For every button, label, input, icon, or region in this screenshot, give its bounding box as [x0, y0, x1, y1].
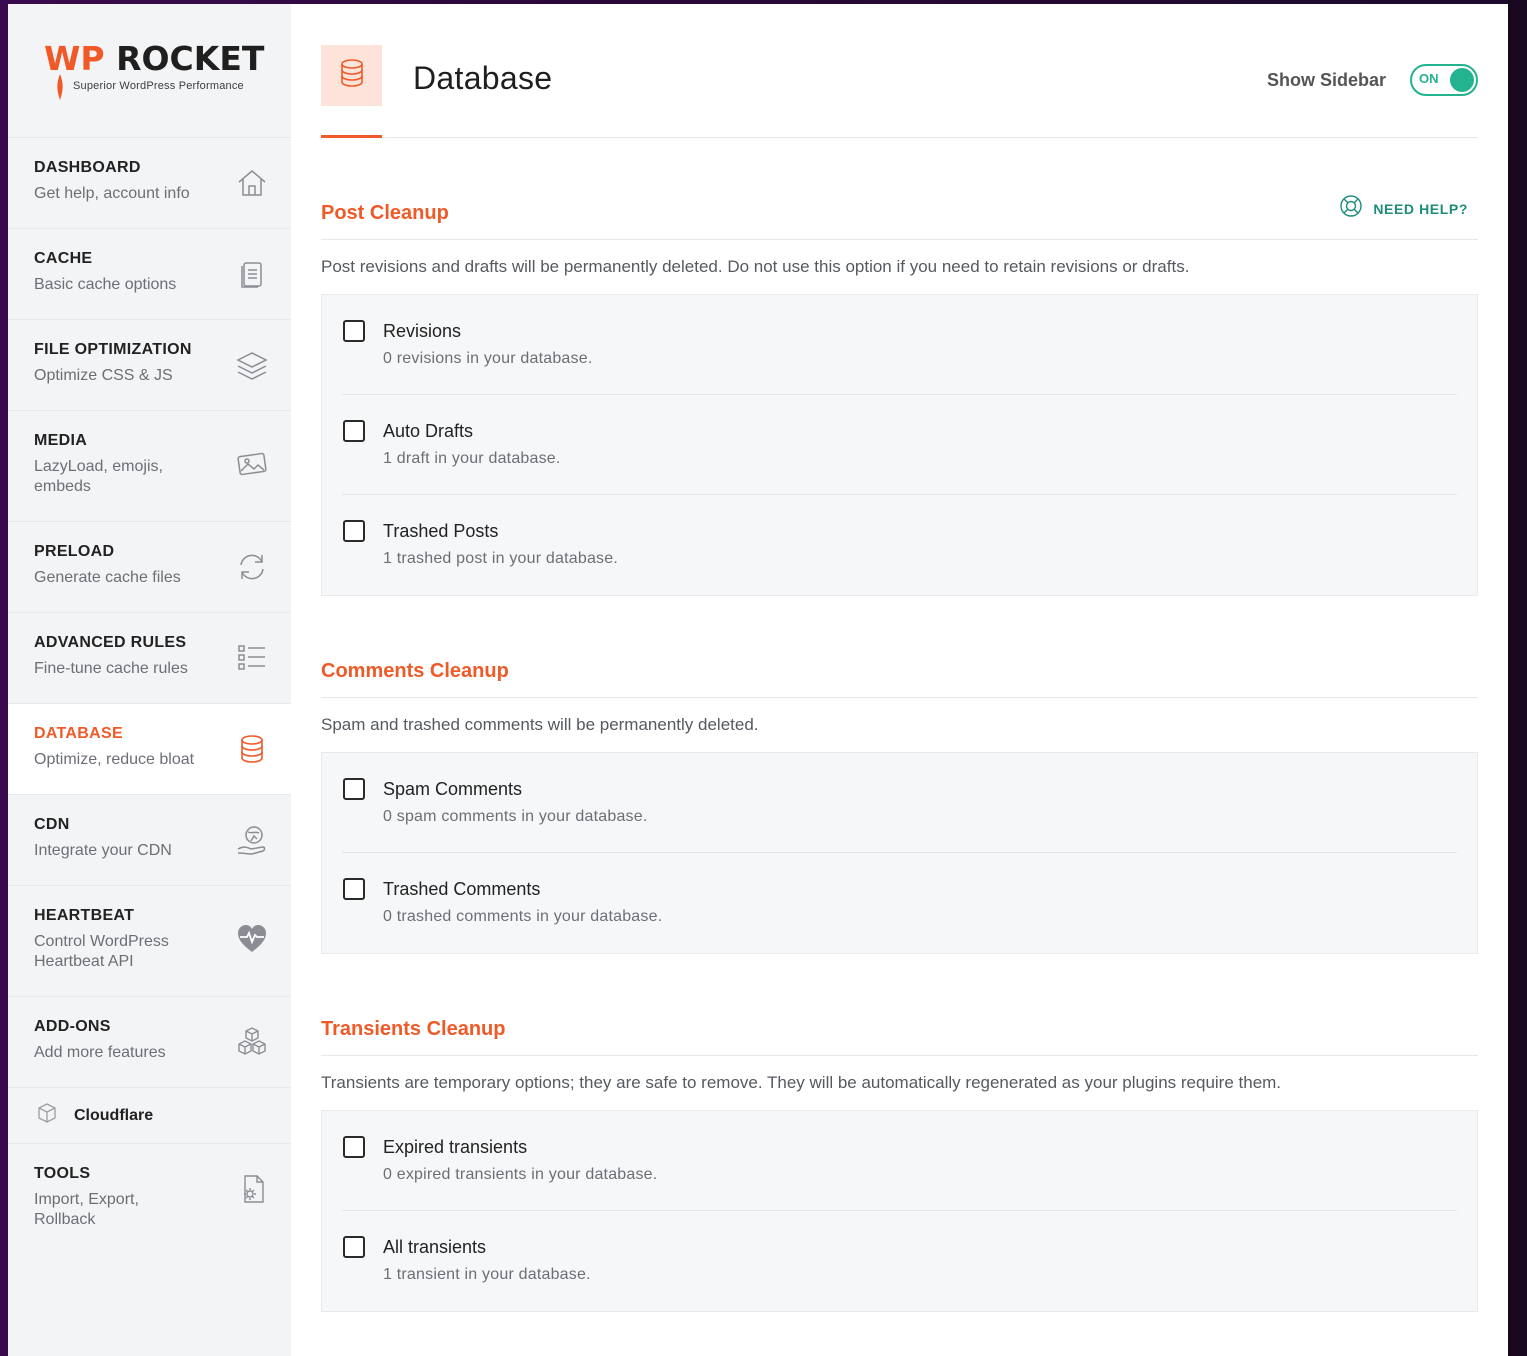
gear-file-icon	[235, 1172, 269, 1206]
sidebar-item-tools[interactable]: TOOLS Import, Export, Rollback	[8, 1144, 291, 1235]
app-window: WP ROCKET Superior WordPress Performance…	[8, 4, 1508, 1356]
image-icon	[235, 447, 269, 481]
option-count: 0 revisions in your database.	[383, 350, 593, 367]
options-box: Revisions 0 revisions in your database. …	[321, 294, 1478, 596]
page-title: Database	[413, 60, 553, 96]
option-label: Auto Drafts	[383, 421, 474, 441]
option-count: 0 expired transients in your database.	[383, 1166, 658, 1183]
sidebar-item-cloudflare[interactable]: Cloudflare	[8, 1088, 291, 1144]
logo[interactable]: WP ROCKET Superior WordPress Performance	[8, 4, 291, 138]
option-label: Spam Comments	[383, 779, 523, 799]
show-sidebar-toggle[interactable]: ON	[1410, 64, 1478, 96]
window-edge	[1508, 0, 1527, 1356]
sidebar: WP ROCKET Superior WordPress Performance…	[8, 4, 291, 1356]
section-title: Post Cleanup	[321, 202, 449, 224]
options-box: Spam Comments 0 spam comments in your da…	[321, 752, 1478, 954]
rocket-flame-icon	[57, 74, 63, 100]
expired-transients-checkbox[interactable]	[343, 1136, 365, 1158]
toggle-state-label: ON	[1419, 71, 1439, 86]
section-description: Transients are temporary options; they a…	[321, 1073, 1282, 1092]
logo-wordmark: WP ROCKET	[44, 39, 265, 78]
transients-cleanup-section: Transients Cleanup Transients are tempor…	[321, 996, 1478, 1312]
sidebar-item-file-optimization[interactable]: FILE OPTIMIZATION Optimize CSS & JS	[8, 320, 291, 411]
section-title: Comments Cleanup	[321, 660, 509, 682]
main-content: Database Show Sidebar ON Post Cleanup NE…	[291, 4, 1508, 1356]
home-icon	[235, 166, 269, 200]
sidebar-item-dashboard[interactable]: DASHBOARD Get help, account info	[8, 138, 291, 229]
post-cleanup-section: Post Cleanup NEED HELP? Post revisions a…	[321, 180, 1478, 596]
globe-hand-icon	[235, 823, 269, 857]
active-tab-indicator	[321, 135, 382, 138]
options-box: Expired transients 0 expired transients …	[321, 1110, 1478, 1312]
database-icon	[335, 56, 369, 95]
option-label: Trashed Comments	[383, 879, 541, 899]
option-trashed-comments: Trashed Comments 0 trashed comments in y…	[342, 853, 1457, 953]
trashed-posts-checkbox[interactable]	[343, 520, 365, 542]
option-revisions: Revisions 0 revisions in your database.	[342, 295, 1457, 395]
option-count: 0 trashed comments in your database.	[383, 908, 663, 925]
logo-tagline: Superior WordPress Performance	[73, 80, 244, 92]
sidebar-item-database[interactable]: DATABASE Optimize, reduce bloat	[8, 704, 291, 795]
comments-cleanup-section: Comments Cleanup Spam and trashed commen…	[321, 638, 1478, 954]
option-label: Revisions	[383, 321, 462, 341]
option-count: 1 trashed post in your database.	[383, 550, 618, 567]
section-header: Comments Cleanup	[321, 638, 1478, 698]
option-count: 1 draft in your database.	[383, 450, 561, 467]
option-count: 1 transient in your database.	[383, 1266, 591, 1283]
spam-comments-checkbox[interactable]	[343, 778, 365, 800]
database-icon	[235, 732, 269, 766]
lifebuoy-icon	[1339, 194, 1363, 223]
section-header: Transients Cleanup	[321, 996, 1478, 1056]
revisions-checkbox[interactable]	[343, 320, 365, 342]
option-label: All transients	[383, 1237, 487, 1257]
sidebar-item-cache[interactable]: CACHE Basic cache options	[8, 229, 291, 320]
cloudflare-label: Cloudflare	[74, 1106, 154, 1124]
section-title: Transients Cleanup	[321, 1018, 506, 1040]
refresh-icon	[235, 550, 269, 584]
cube-icon	[36, 1102, 58, 1129]
trashed-comments-checkbox[interactable]	[343, 878, 365, 900]
option-all-transients: All transients 1 transient in your datab…	[342, 1211, 1457, 1311]
auto-drafts-checkbox[interactable]	[343, 420, 365, 442]
file-icon	[235, 257, 269, 291]
need-help-label: NEED HELP?	[1373, 200, 1468, 217]
cubes-icon	[235, 1025, 269, 1059]
sidebar-item-heartbeat[interactable]: HEARTBEAT Control WordPress Heartbeat AP…	[8, 886, 291, 997]
option-label: Trashed Posts	[383, 521, 499, 541]
need-help-link[interactable]: NEED HELP?	[1339, 194, 1468, 223]
sidebar-item-media[interactable]: MEDIA LazyLoad, emojis, embeds	[8, 411, 291, 522]
page-header: Database Show Sidebar ON	[321, 4, 1478, 138]
all-transients-checkbox[interactable]	[343, 1236, 365, 1258]
section-description: Spam and trashed comments will be perman…	[321, 715, 759, 734]
list-icon	[235, 641, 269, 675]
option-count: 0 spam comments in your database.	[383, 808, 648, 825]
option-trashed-posts: Trashed Posts 1 trashed post in your dat…	[342, 495, 1457, 595]
toggle-knob	[1450, 68, 1474, 92]
option-label: Expired transients	[383, 1137, 528, 1157]
layers-icon	[235, 348, 269, 382]
show-sidebar-control: Show Sidebar ON	[1267, 64, 1478, 96]
option-spam-comments: Spam Comments 0 spam comments in your da…	[342, 753, 1457, 853]
section-header: Post Cleanup NEED HELP?	[321, 180, 1478, 240]
heartbeat-icon	[235, 922, 269, 956]
page-icon-box	[321, 45, 382, 106]
sidebar-item-preload[interactable]: PRELOAD Generate cache files	[8, 522, 291, 613]
sidebar-item-cdn[interactable]: CDN Integrate your CDN	[8, 795, 291, 886]
option-expired-transients: Expired transients 0 expired transients …	[342, 1111, 1457, 1211]
option-auto-drafts: Auto Drafts 1 draft in your database.	[342, 395, 1457, 495]
sidebar-item-add-ons[interactable]: ADD-ONS Add more features	[8, 997, 291, 1088]
sidebar-item-advanced-rules[interactable]: ADVANCED RULES Fine-tune cache rules	[8, 613, 291, 704]
section-description: Post revisions and drafts will be perman…	[321, 257, 1190, 276]
show-sidebar-label: Show Sidebar	[1266, 69, 1386, 90]
